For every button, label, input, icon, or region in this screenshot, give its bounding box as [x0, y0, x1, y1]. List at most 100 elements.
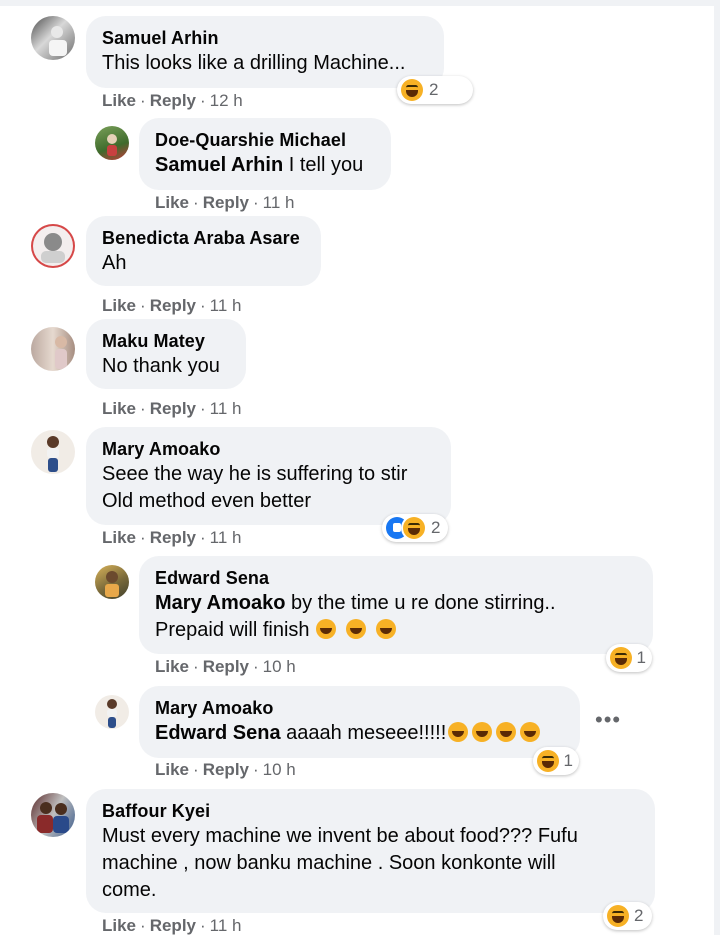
like-link[interactable]: Like: [155, 193, 189, 212]
rolling-laughing-emoji-icon: [496, 722, 517, 742]
comment-bubble: Doe-Quarshie Michael Samuel Arhin I tell…: [139, 118, 391, 190]
rolling-laughing-emoji-icon: [520, 722, 541, 742]
avatar-image: [107, 699, 117, 728]
comment-text-line: machine , now banku machine . Soon konko…: [102, 852, 556, 874]
comment-timestamp[interactable]: 11 h: [210, 528, 242, 547]
comment-timestamp[interactable]: 11 h: [263, 193, 295, 212]
comment-text-line: Prepaid will finish: [155, 617, 637, 644]
haha-reaction-icon: [610, 647, 632, 669]
avatar[interactable]: [31, 327, 75, 371]
comment-text: Ah: [102, 252, 127, 274]
mention-link[interactable]: Mary Amoako: [155, 592, 285, 614]
comment-bubble: Benedicta Araba Asare Ah: [86, 216, 321, 286]
reaction-summary[interactable]: 1: [606, 644, 652, 672]
comment-timestamp[interactable]: 11 h: [210, 296, 242, 315]
avatar-image: [107, 134, 117, 156]
comment-bubble: Mary Amoako Seee the way he is suffering…: [86, 427, 451, 525]
like-link[interactable]: Like: [102, 916, 136, 935]
rolling-laughing-emoji-icon: [448, 722, 469, 742]
reply-link[interactable]: Reply: [203, 193, 249, 212]
avatar-image: [41, 233, 65, 263]
scrollbar-track[interactable]: [714, 0, 720, 935]
comment-timestamp[interactable]: 12 h: [210, 91, 243, 110]
mention-link[interactable]: Samuel Arhin: [155, 154, 283, 176]
rolling-laughing-emoji-icon: [345, 619, 366, 639]
reaction-summary[interactable]: 1: [533, 747, 579, 775]
avatar[interactable]: [31, 430, 75, 474]
commenter-name[interactable]: Maku Matey: [102, 329, 230, 353]
commenter-name[interactable]: Mary Amoako: [155, 696, 564, 720]
comment-actions: Like · Reply · 11 h: [102, 296, 242, 315]
mention-link[interactable]: Edward Sena: [155, 722, 281, 744]
like-link[interactable]: Like: [102, 528, 136, 547]
haha-reaction-icon: [401, 79, 423, 101]
comment-text: Samuel Arhin I tell you: [155, 154, 364, 176]
reply-link[interactable]: Reply: [150, 916, 196, 935]
comment-actions: Like · Reply · 10 h: [155, 760, 296, 779]
reply-link[interactable]: Reply: [150, 399, 196, 418]
reaction-count: 1: [563, 751, 573, 770]
avatar[interactable]: [95, 695, 129, 729]
commenter-name[interactable]: Edward Sena: [155, 566, 637, 590]
comment-bubble: Mary Amoako Edward Sena aaaah meseee!!!!…: [139, 686, 580, 758]
comment-actions: Like · Reply · 10 h: [155, 657, 296, 676]
commenter-name[interactable]: Doe-Quarshie Michael: [155, 128, 375, 152]
comment-timestamp[interactable]: 10 h: [263, 657, 296, 676]
reply-link[interactable]: Reply: [150, 528, 196, 547]
avatar-image: [49, 26, 67, 56]
avatar-image: [105, 571, 119, 597]
avatar[interactable]: [95, 565, 129, 599]
reply-link[interactable]: Reply: [203, 760, 249, 779]
avatar-image: [47, 436, 59, 472]
reaction-summary[interactable]: 2: [397, 76, 473, 104]
avatar-image: [55, 336, 67, 369]
commenter-name[interactable]: Baffour Kyei: [102, 799, 639, 823]
more-options-icon[interactable]: •••: [595, 707, 621, 733]
comment-text: No thank you: [102, 355, 220, 377]
avatar[interactable]: [31, 224, 75, 268]
reply-link[interactable]: Reply: [203, 657, 249, 676]
avatar[interactable]: [31, 793, 75, 837]
rolling-laughing-emoji-icon: [472, 722, 493, 742]
comment-text-line: come.: [102, 879, 157, 901]
comment-bubble: Edward Sena Mary Amoako by the time u re…: [139, 556, 653, 654]
reaction-count: 2: [634, 906, 644, 925]
reaction-summary[interactable]: 2: [603, 902, 652, 930]
comment-timestamp[interactable]: 11 h: [210, 399, 242, 418]
like-link[interactable]: Like: [155, 760, 189, 779]
top-divider: [0, 0, 720, 6]
avatar[interactable]: [95, 126, 129, 160]
commenter-name[interactable]: Mary Amoako: [102, 437, 435, 461]
commenter-name[interactable]: Benedicta Araba Asare: [102, 226, 305, 250]
comment-timestamp[interactable]: 10 h: [263, 760, 296, 779]
comment-actions: Like · Reply · 11 h: [155, 193, 295, 212]
haha-reaction-icon: [607, 905, 629, 927]
comment-actions: Like · Reply · 11 h: [102, 916, 242, 935]
comment-text-line: Seee the way he is suffering to stir: [102, 463, 408, 485]
reaction-summary[interactable]: 2: [382, 514, 448, 542]
haha-reaction-icon: [537, 750, 559, 772]
comment-bubble: Samuel Arhin This looks like a drilling …: [86, 16, 444, 88]
reaction-count: 2: [429, 80, 439, 99]
avatar-image: [37, 802, 69, 833]
like-link[interactable]: Like: [102, 296, 136, 315]
comment-text: This looks like a drilling Machine...: [102, 52, 406, 74]
comment-actions: Like · Reply · 11 h: [102, 528, 242, 547]
like-link[interactable]: Like: [155, 657, 189, 676]
reaction-count: 2: [431, 518, 441, 537]
avatar[interactable]: [31, 16, 75, 60]
commenter-name[interactable]: Samuel Arhin: [102, 26, 428, 50]
reaction-count: 1: [636, 648, 646, 667]
reply-link[interactable]: Reply: [150, 91, 196, 110]
haha-reaction-icon: [403, 517, 425, 539]
comment-text: Edward Sena aaaah meseee!!!!!: [155, 720, 564, 747]
comment-timestamp[interactable]: 11 h: [210, 916, 242, 935]
like-link[interactable]: Like: [102, 399, 136, 418]
rolling-laughing-emoji-icon: [375, 619, 396, 639]
comment-text-line: Mary Amoako by the time u re done stirri…: [155, 592, 556, 614]
comment-bubble: Baffour Kyei Must every machine we inven…: [86, 789, 655, 913]
comment-text-line: Must every machine we invent be about fo…: [102, 825, 578, 847]
reply-link[interactable]: Reply: [150, 296, 196, 315]
like-link[interactable]: Like: [102, 91, 136, 110]
comment-text-line: Old method even better: [102, 490, 312, 512]
